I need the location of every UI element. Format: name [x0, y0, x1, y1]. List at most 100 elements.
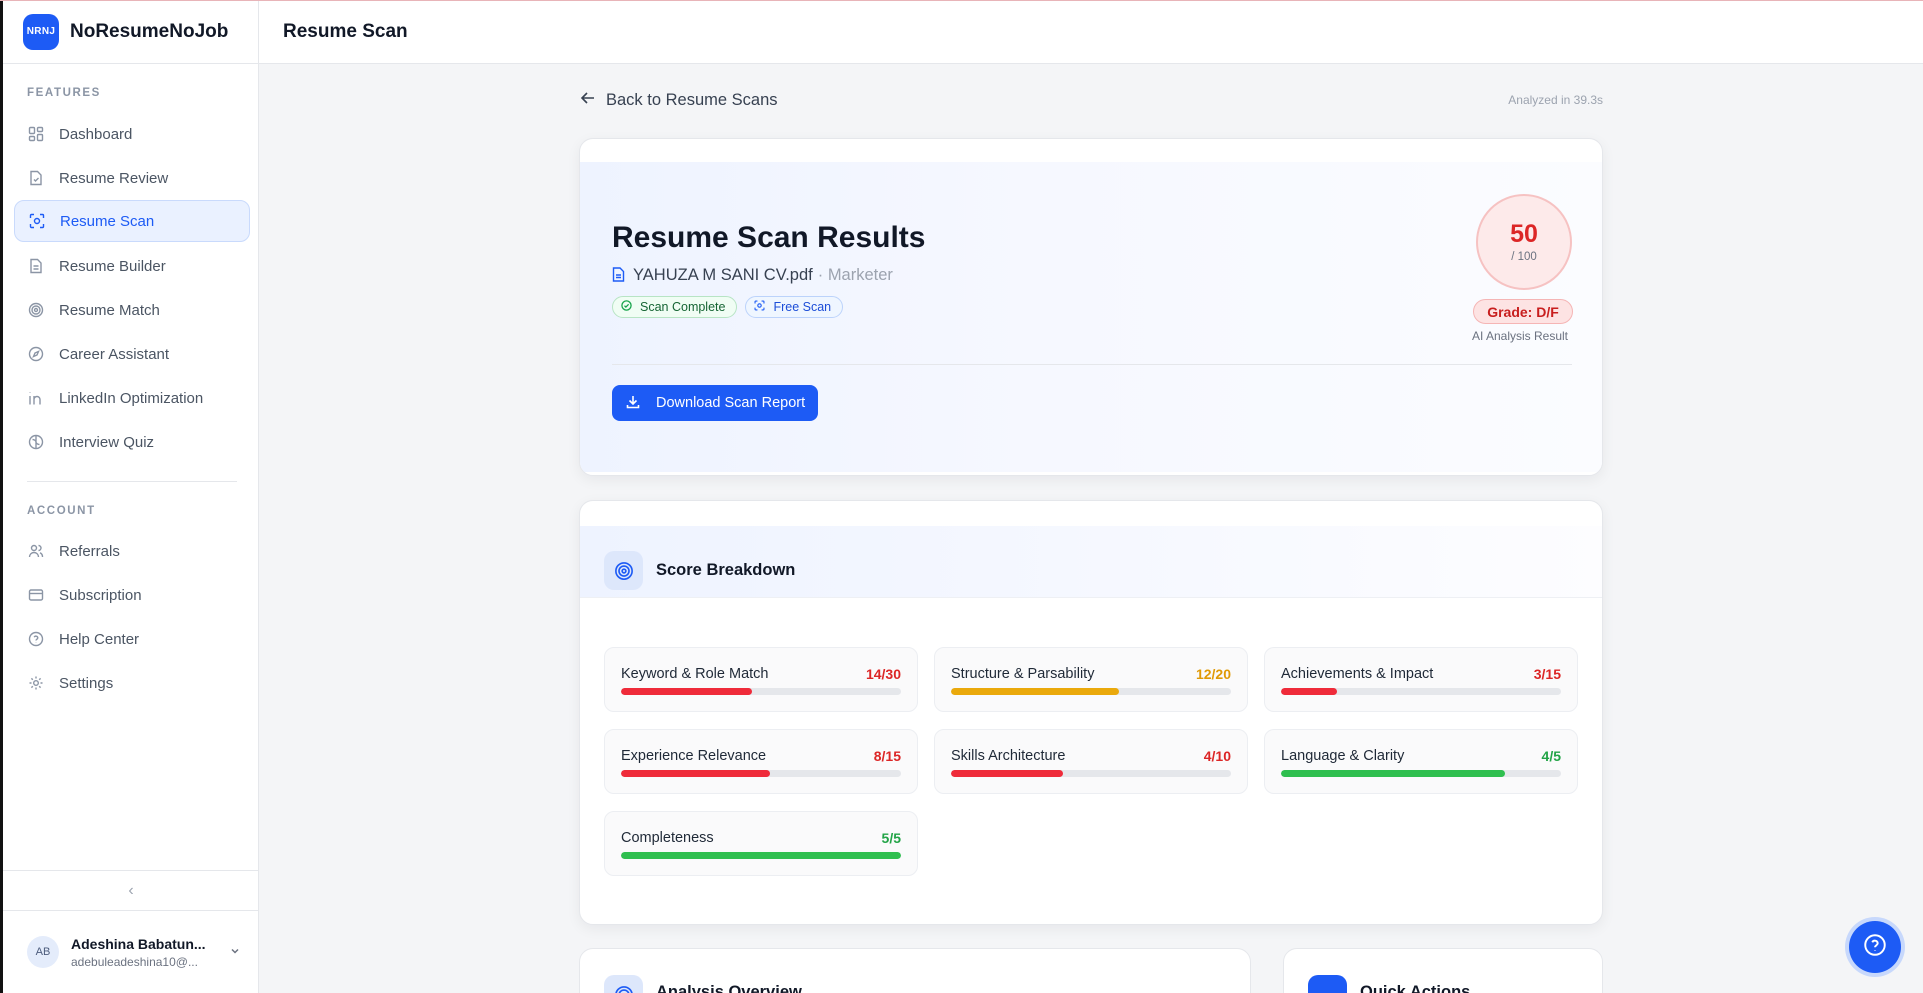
metric-label: Achievements & Impact: [1281, 666, 1434, 682]
metric-label: Completeness: [621, 830, 714, 846]
help-chat-button[interactable]: [1849, 921, 1901, 973]
metric-card: Structure & Parsability 12/20: [934, 647, 1248, 712]
sidebar-item-label: Resume Scan: [60, 212, 155, 230]
brand[interactable]: NRNJ NoResumeNoJob: [3, 0, 258, 64]
breakdown-title: Score Breakdown: [656, 561, 796, 579]
download-report-button[interactable]: Download Scan Report: [612, 385, 818, 421]
sidebar-item-settings[interactable]: Settings: [14, 662, 250, 704]
metric-card: Skills Architecture 4/10: [934, 729, 1248, 794]
top-accent-line: [0, 0, 1923, 1]
sidebar-item-career-assistant[interactable]: Career Assistant: [14, 333, 250, 375]
sidebar-item-referrals[interactable]: Referrals: [14, 530, 250, 572]
metric-progress-track: [621, 770, 901, 777]
brand-logo: NRNJ: [23, 13, 59, 50]
back-link-label: Back to Resume Scans: [606, 91, 778, 109]
file-check-icon: [27, 169, 45, 187]
user-email: adebuleadeshina10@...: [71, 954, 198, 969]
sidebar-divider: [27, 481, 237, 482]
status-badges: Scan Complete Free Scan: [612, 296, 844, 318]
metric-progress-fill: [621, 852, 901, 859]
sidebar-item-resume-match[interactable]: Resume Match: [14, 289, 250, 331]
breakdown-header: Score Breakdown: [580, 526, 1602, 598]
scan-complete-badge: Scan Complete: [612, 296, 738, 318]
scan-results-card: Resume Scan Results YAHUZA M SANI CV.pdf…: [579, 138, 1603, 476]
credit-card-icon: [27, 586, 45, 604]
features-section-label: FEATURES: [27, 87, 101, 99]
chevron-down-icon: [229, 945, 241, 960]
grid-icon: [27, 125, 45, 143]
sidebar-item-label: Subscription: [59, 586, 142, 604]
file-name: YAHUZA M SANI CV.pdf: [633, 266, 813, 284]
grade-badge: Grade: D/F: [1473, 299, 1573, 324]
free-scan-label: Free Scan: [773, 300, 832, 314]
metric-score: 4/5: [1541, 748, 1561, 764]
metric-score: 12/20: [1195, 666, 1231, 682]
metric-score: 8/15: [873, 748, 901, 764]
analysis-overview-title: Analysis Overview: [656, 983, 802, 993]
metric-progress-fill: [951, 688, 1119, 695]
sidebar-item-dashboard[interactable]: Dashboard: [14, 113, 250, 155]
account-section-label: ACCOUNT: [27, 505, 96, 517]
analysis-overview-card: Analysis Overview: [579, 948, 1251, 993]
overall-score-circle: 50 / 100: [1476, 194, 1572, 290]
sidebar: NRNJ NoResumeNoJob FEATURES Dashboard Re…: [0, 0, 259, 993]
metric-label: Experience Relevance: [621, 748, 767, 764]
sidebar-item-label: Resume Review: [59, 169, 169, 187]
metric-progress-track: [951, 770, 1231, 777]
sidebar-item-help-center[interactable]: Help Center: [14, 618, 250, 660]
metric-progress-fill: [621, 688, 752, 695]
metric-progress-fill: [1281, 688, 1337, 695]
metric-progress-fill: [1281, 770, 1505, 777]
gear-icon: [27, 674, 45, 692]
metric-label: Language & Clarity: [1281, 748, 1405, 764]
metric-card: Completeness 5/5: [604, 811, 918, 876]
metric-label: Skills Architecture: [951, 748, 1066, 764]
quick-actions-card: Quick Actions: [1283, 948, 1603, 993]
file-text-icon: [27, 257, 45, 275]
metric-score: 3/15: [1533, 666, 1561, 682]
metric-progress-fill: [951, 770, 1063, 777]
help-circle-icon: [27, 630, 45, 648]
collapse-sidebar-button[interactable]: ‹: [3, 870, 259, 910]
avatar: AB: [27, 936, 59, 968]
metric-card: Experience Relevance 8/15: [604, 729, 918, 794]
metric-progress-track: [1281, 770, 1561, 777]
back-link[interactable]: Back to Resume Scans: [580, 90, 778, 111]
sidebar-item-resume-builder[interactable]: Resume Builder: [14, 245, 250, 287]
sidebar-item-label: Resume Match: [59, 301, 160, 319]
metric-label: Structure & Parsability: [951, 666, 1095, 682]
target-icon: [27, 301, 45, 319]
sidebar-item-subscription[interactable]: Subscription: [14, 574, 250, 616]
scan-icon: [754, 300, 765, 314]
user-menu[interactable]: AB Adeshina Babatun... adebuleadeshina10…: [3, 910, 259, 993]
sidebar-item-linkedin-optimization[interactable]: LinkedIn Optimization: [14, 377, 250, 419]
sparkles-icon: [1308, 975, 1347, 993]
score-max: / 100: [1511, 250, 1537, 263]
users-icon: [27, 542, 45, 560]
metric-progress-track: [621, 852, 901, 859]
arrow-left-icon: [580, 90, 596, 111]
metric-progress-track: [621, 688, 901, 695]
target-icon: [604, 975, 643, 993]
metric-score: 14/30: [865, 666, 901, 682]
file-info: YAHUZA M SANI CV.pdf · Marketer: [612, 266, 893, 285]
help-circle-icon: [1863, 933, 1887, 962]
sidebar-item-interview-quiz[interactable]: Interview Quiz: [14, 421, 250, 463]
metric-score: 4/10: [1203, 748, 1231, 764]
metric-card: Language & Clarity 4/5: [1264, 729, 1578, 794]
sidebar-item-label: Help Center: [59, 630, 140, 648]
score-breakdown-card: Score Breakdown Keyword & Role Match 14/…: [579, 500, 1603, 925]
overall-score: 50: [1510, 219, 1538, 248]
download-icon: [626, 395, 640, 412]
metric-card: Achievements & Impact 3/15: [1264, 647, 1578, 712]
metric-progress-track: [1281, 688, 1561, 695]
sidebar-item-resume-review[interactable]: Resume Review: [14, 157, 250, 199]
ai-analysis-label: AI Analysis Result: [1471, 329, 1569, 343]
metric-progress-fill: [621, 770, 771, 777]
compass-icon: [27, 345, 45, 363]
user-name: Adeshina Babatun...: [71, 935, 206, 952]
download-report-label: Download Scan Report: [656, 395, 806, 411]
file-icon: [612, 266, 625, 285]
sidebar-item-resume-scan[interactable]: Resume Scan: [14, 200, 250, 242]
check-circle-icon: [621, 300, 632, 314]
